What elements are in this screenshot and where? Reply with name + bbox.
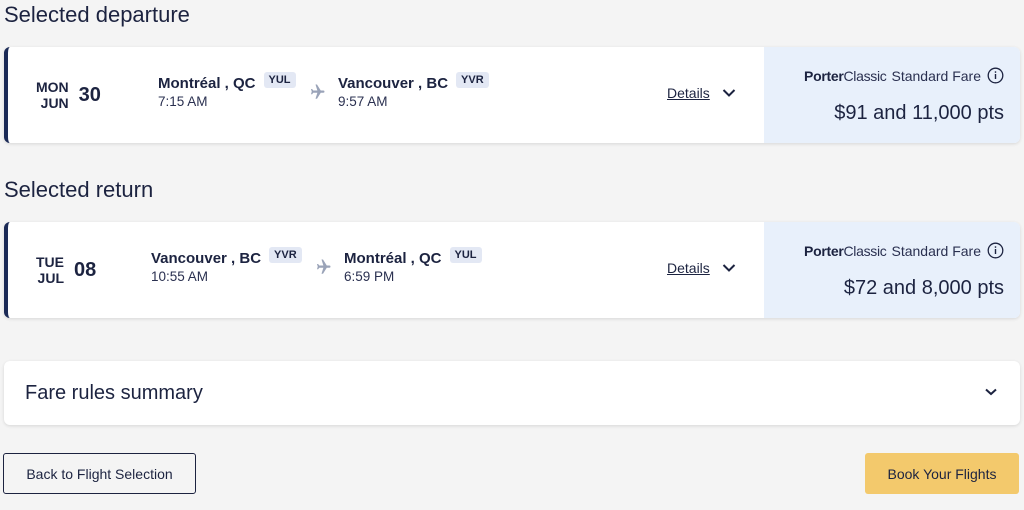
- return-fare-price: $72 and 8,000 pts: [843, 277, 1004, 299]
- departure-date: MON JUN 30: [36, 79, 101, 111]
- info-icon[interactable]: [987, 242, 1004, 259]
- info-icon[interactable]: [987, 67, 1004, 84]
- departure-fare-name: Standard Fare: [891, 67, 982, 84]
- return-origin-code: YVR: [269, 246, 302, 263]
- departure-fare-brand-class: Classic: [843, 67, 887, 84]
- departure-section-title: Selected departure: [4, 2, 190, 27]
- plane-icon: [317, 259, 331, 274]
- chevron-down-icon[interactable]: [722, 263, 736, 273]
- departure-origin-code: YUL: [263, 71, 296, 88]
- book-your-flights-button[interactable]: Book Your Flights: [865, 453, 1019, 494]
- return-destination-city: Montréal , QC: [344, 250, 442, 267]
- return-day: 08: [74, 258, 97, 281]
- departure-fare-brand: Porter: [804, 67, 844, 84]
- return-fare-brand-class: Classic: [843, 242, 887, 259]
- return-fare-line: Porter Classic Standard Fare: [804, 242, 1004, 259]
- return-section-title: Selected return: [4, 177, 154, 202]
- departure-destination-time: 9:57 AM: [338, 94, 388, 109]
- departure-details-toggle[interactable]: Details: [667, 85, 736, 101]
- departure-fare-line: Porter Classic Standard Fare: [804, 67, 1004, 84]
- departure-details-label[interactable]: Details: [667, 85, 710, 101]
- return-fare-panel: Porter Classic Standard Fare $72 and 8,00…: [764, 222, 1020, 318]
- return-destination: Montréal , QC YUL 6:59 PM: [344, 246, 482, 284]
- departure-destination: Vancouver , BC YVR 9:57 AM: [338, 71, 489, 109]
- departure-day: 30: [78, 83, 101, 106]
- return-fare-brand: Porter: [804, 242, 844, 259]
- departure-fare-panel: Porter Classic Standard Fare $91 and 11,0…: [764, 47, 1020, 143]
- plane-icon: [311, 84, 325, 99]
- return-destination-code: YUL: [449, 246, 482, 263]
- return-flight-card: TUE JUL 08 Vancouver , BC YVR 10:55 AM M…: [4, 222, 1020, 318]
- return-origin: Vancouver , BC YVR 10:55 AM: [151, 246, 302, 284]
- departure-origin-time: 7:15 AM: [158, 94, 208, 109]
- return-origin-city: Vancouver , BC: [151, 250, 262, 267]
- departure-month: JUN: [40, 95, 69, 111]
- departure-flight-card: MON JUN 30 Montréal , QC YUL 7:15 AM Van…: [4, 47, 1020, 143]
- fare-rules-title[interactable]: Fare rules summary: [25, 382, 203, 405]
- return-date: TUE JUL 08: [36, 254, 96, 286]
- return-origin-time: 10:55 AM: [151, 269, 209, 284]
- chevron-down-icon[interactable]: [722, 88, 736, 98]
- return-details-label[interactable]: Details: [667, 260, 710, 276]
- return-month: JUL: [37, 270, 64, 286]
- return-destination-time: 6:59 PM: [344, 269, 395, 284]
- return-details-toggle[interactable]: Details: [667, 260, 736, 276]
- return-fare-name: Standard Fare: [891, 242, 982, 259]
- departure-destination-code: YVR: [456, 71, 489, 88]
- departure-fare-price: $91 and 11,000 pts: [834, 102, 1004, 124]
- back-to-flight-selection-button[interactable]: Back to Flight Selection: [3, 453, 196, 494]
- return-weekday: TUE: [36, 254, 64, 270]
- departure-origin: Montréal , QC YUL 7:15 AM: [158, 71, 296, 109]
- departure-weekday: MON: [36, 79, 69, 95]
- departure-origin-city: Montréal , QC: [158, 75, 256, 92]
- departure-destination-city: Vancouver , BC: [338, 75, 449, 92]
- fare-rules-accordion[interactable]: Fare rules summary: [4, 361, 1020, 425]
- chevron-down-icon[interactable]: [984, 387, 998, 397]
